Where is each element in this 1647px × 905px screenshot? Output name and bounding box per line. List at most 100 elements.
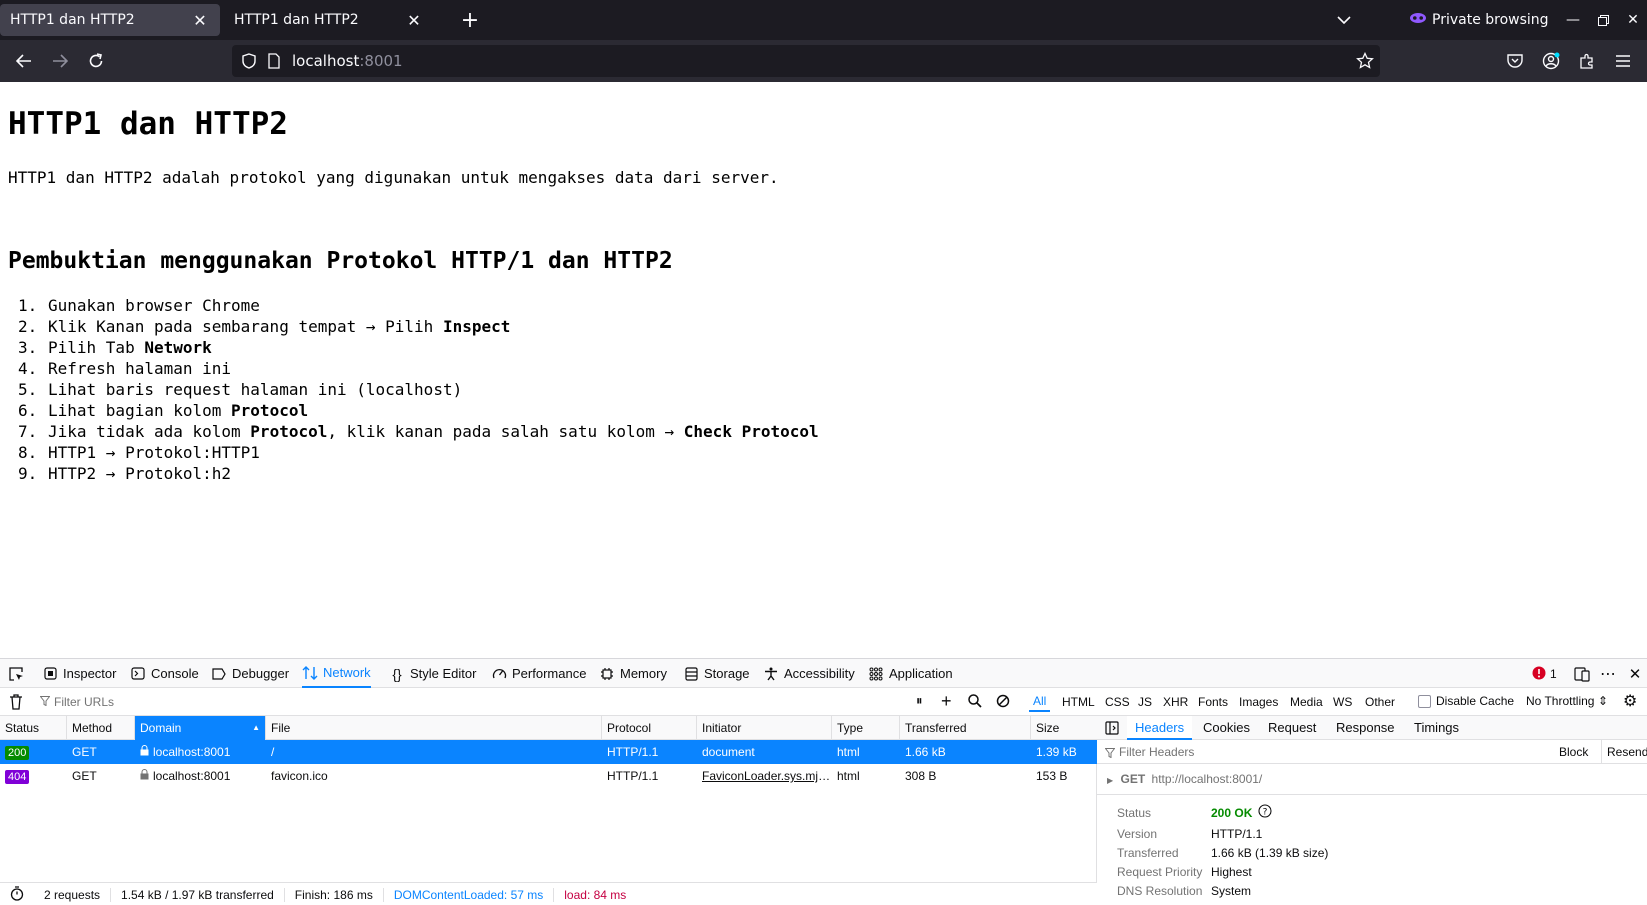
pocket-icon[interactable] [1503,49,1527,73]
tab-timings[interactable]: Timings [1406,716,1467,740]
filter-all[interactable]: All [1029,692,1051,712]
col-method[interactable]: Method [67,716,135,740]
tab-application[interactable]: Application [868,659,953,688]
tab-response[interactable]: Response [1328,716,1403,740]
private-browsing-indicator: Private browsing [1410,8,1549,32]
filter-headers-input[interactable]: Filter Headers Block Resend [1097,740,1647,764]
header-label: Transferred [1117,846,1179,860]
url-text[interactable]: localhost:8001 [292,52,403,70]
responsive-design-icon[interactable] [1573,665,1591,683]
table-header: Status Method Domain ▲ File Protocol Init… [0,716,1097,740]
col-protocol[interactable]: Protocol [602,716,697,740]
close-icon[interactable]: ✕ [188,8,212,32]
table-row[interactable]: 200 GET localhost:8001 / HTTP/1.1 docume… [0,740,1097,764]
tab-storage[interactable]: Storage [683,659,750,688]
forward-icon[interactable] [48,49,72,73]
new-tab-icon[interactable]: + [458,8,482,33]
browser-tab-active[interactable]: HTTP1 dan HTTP2 ✕ [0,4,220,36]
filter-xhr[interactable]: XHR [1159,692,1192,712]
filter-js[interactable]: JS [1134,692,1156,712]
filter-images[interactable]: Images [1235,692,1282,712]
tab-bar: HTTP1 dan HTTP2 ✕ HTTP1 dan HTTP2 ✕ + Pr… [0,0,1647,40]
chevron-down-icon[interactable] [1332,8,1356,32]
browser-tab[interactable]: HTTP1 dan HTTP2 ✕ [224,4,434,36]
reload-icon[interactable] [84,49,108,73]
trash-icon[interactable] [9,694,23,713]
performance-icon [491,666,507,682]
header-label: Status [1117,806,1152,820]
disable-cache-checkbox[interactable] [1418,695,1431,708]
col-file[interactable]: File [266,716,602,740]
element-picker-icon[interactable] [8,659,24,688]
close-icon[interactable]: ✕ [402,8,426,32]
close-window-icon[interactable]: ✕ [1621,8,1645,32]
tab-style-editor[interactable]: {} Style Editor [389,659,476,688]
expand-triangle-icon[interactable]: ▶ [1107,776,1113,785]
console-icon [130,666,146,682]
tab-inspector[interactable]: Inspector [42,659,116,688]
filter-media[interactable]: Media [1286,692,1327,712]
initiator-link[interactable]: FaviconLoader.sys.mjs:... [702,769,832,783]
restore-icon[interactable] [1591,8,1615,32]
resend-button[interactable]: Resend [1607,745,1647,759]
filter-icon [39,695,51,709]
close-devtools-icon[interactable]: ✕ [1626,665,1644,683]
pause-icon[interactable]: ⏸ [916,693,923,709]
filter-css[interactable]: CSS [1101,692,1134,712]
col-type[interactable]: Type [832,716,900,740]
tab-request[interactable]: Request [1260,716,1324,740]
cell-transferred: 1.66 kB [905,745,946,759]
transfer-size: 1.54 kB / 1.97 kB transferred [111,887,285,902]
details-tabs: Headers Cookies Request Response Timings [1097,716,1647,740]
extensions-icon[interactable] [1575,49,1599,73]
filter-other[interactable]: Other [1361,692,1399,712]
minimize-icon[interactable]: — [1561,8,1585,32]
col-transferred[interactable]: Transferred [900,716,1031,740]
storage-icon [683,666,699,682]
filter-urls-input[interactable]: Filter URLs [39,693,900,711]
url-host: localhost [292,52,360,70]
block-icon[interactable] [996,694,1010,711]
tab-debugger[interactable]: Debugger [211,659,289,688]
tab-cookies[interactable]: Cookies [1195,716,1258,740]
tab-network[interactable]: Network [302,659,371,688]
tab-accessibility[interactable]: Accessibility [763,659,855,688]
svg-text:?: ? [1263,808,1268,818]
list-item: 2. Klik Kanan pada sembarang tempat → Pil… [18,317,511,336]
col-domain[interactable]: Domain ▲ [135,716,266,740]
col-size[interactable]: Size [1031,716,1097,740]
stopwatch-icon[interactable] [0,885,34,904]
add-icon[interactable]: + [941,691,952,712]
tab-console[interactable]: Console [130,659,199,688]
tab-memory[interactable]: Memory [599,659,667,688]
shield-icon[interactable] [242,53,256,73]
col-initiator[interactable]: Initiator [697,716,832,740]
tab-headers[interactable]: Headers [1127,716,1193,740]
more-options-icon[interactable]: ⋯ [1599,665,1617,683]
request-line[interactable]: ▶ GET http://localhost:8001/ [1107,772,1262,786]
page-icon[interactable] [268,53,280,73]
tab-performance[interactable]: Performance [491,659,586,688]
cell-domain: localhost:8001 [135,764,266,788]
bookmark-star-icon[interactable] [1356,51,1374,74]
filter-html[interactable]: HTML [1058,692,1099,712]
accessibility-icon [763,666,779,682]
search-icon[interactable] [968,694,982,711]
menu-icon[interactable] [1611,49,1635,73]
back-icon[interactable] [12,49,36,73]
throttling-select[interactable]: No Throttling ⇕ [1526,694,1608,708]
block-button[interactable]: Block [1559,745,1588,759]
cell-initiator[interactable]: FaviconLoader.sys.mjs:... [697,764,832,788]
debugger-icon [211,666,227,682]
help-icon[interactable]: ? [1258,804,1272,821]
table-row[interactable]: 404 GET localhost:8001 favicon.ico HTTP/… [0,764,1097,788]
col-status[interactable]: Status [0,716,67,740]
filter-ws[interactable]: WS [1329,692,1356,712]
account-icon[interactable] [1539,49,1563,73]
toggle-sidebar-icon[interactable] [1105,721,1119,738]
error-count-badge[interactable]: 1 [1532,665,1557,683]
filter-fonts[interactable]: Fonts [1194,692,1232,712]
lock-icon [140,764,149,788]
gear-icon[interactable]: ⚙ [1623,694,1637,710]
address-bar[interactable]: localhost:8001 [232,45,1380,77]
